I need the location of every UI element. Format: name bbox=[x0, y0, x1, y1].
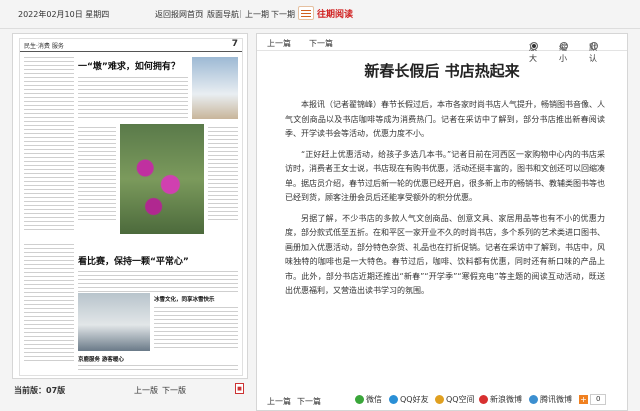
top-bar: 2022年02月10日 星期四 返回报网首页 | 版面导航 | 上一期 下一期 … bbox=[0, 0, 640, 29]
plus-icon: + bbox=[579, 395, 588, 404]
article-toolbar: 上一篇 下一篇 放大 缩小 默认 bbox=[257, 34, 627, 63]
share-sina-weibo-label: 新浪微博 bbox=[490, 395, 522, 404]
page-nav-link[interactable]: 版面导航 bbox=[207, 9, 239, 20]
share-qzone-label: QQ空间 bbox=[446, 395, 475, 404]
photo-flowers bbox=[120, 124, 204, 234]
page-number: 7 bbox=[231, 39, 238, 49]
share-qq-friends-label: QQ好友 bbox=[400, 395, 429, 404]
page-header: 民生·消费 服务 7 bbox=[20, 39, 242, 52]
share-qzone[interactable]: QQ空间 bbox=[435, 394, 475, 405]
tencent-weibo-icon bbox=[529, 395, 538, 404]
photo-snow-park bbox=[78, 293, 150, 351]
prev-article-link[interactable]: 上一篇 bbox=[267, 38, 291, 49]
current-page-label: 当前版：07版 bbox=[14, 386, 66, 395]
article-paragraph: “正好赶上优惠活动，给孩子多选几本书。”记者日前在河西区一家购物中心内的书店采访… bbox=[285, 149, 605, 203]
issue-date: 2022年02月10日 星期四 bbox=[18, 10, 110, 19]
article-footer: 上一篇 下一篇 微信 QQ好友 QQ空间 新浪微博 腾讯微博 + 0 bbox=[257, 390, 627, 410]
home-link[interactable]: 返回报网首页 bbox=[155, 9, 203, 20]
headline-2: 看比赛，保持一颗“平常心” bbox=[78, 257, 189, 267]
footer-next-article-link[interactable]: 下一篇 bbox=[297, 396, 321, 407]
zoom-out-radio[interactable] bbox=[560, 42, 568, 50]
headline-4: 京鹿服务 游客暖心 bbox=[78, 357, 124, 363]
next-page-link[interactable]: 下一版 bbox=[162, 385, 186, 396]
photo-skating bbox=[192, 57, 238, 119]
footer-prev-article-link[interactable]: 上一篇 bbox=[267, 396, 291, 407]
qq-icon bbox=[389, 395, 398, 404]
article-panel: 上一篇 下一篇 放大 缩小 默认 新春长假后 书店热起来 本报讯（记者翟锦峰）春… bbox=[256, 33, 628, 411]
prev-issue-link[interactable]: 上一期 bbox=[245, 9, 269, 20]
article-paragraph: 另据了解，不少书店的多款人气文创商品、创意文具、家居用品等也有不小的优惠力度，部… bbox=[285, 213, 605, 296]
page-thumbnail-panel: 民生·消费 服务 7 一“墩”难求，如何拥有？ 看比赛，保持一颗“平常心” 冰雪… bbox=[12, 33, 248, 379]
qzone-icon bbox=[435, 395, 444, 404]
past-issues-label: 往期阅读 bbox=[317, 9, 354, 20]
headline-1: 一“墩”难求，如何拥有？ bbox=[78, 62, 180, 72]
share-count: 0 bbox=[590, 394, 607, 405]
page-section: 民生·消费 服务 bbox=[24, 43, 64, 50]
wechat-icon bbox=[355, 395, 364, 404]
prev-page-link[interactable]: 上一版 bbox=[134, 385, 158, 396]
newspaper-page[interactable]: 民生·消费 服务 7 一“墩”难求，如何拥有？ 看比赛，保持一颗“平常心” 冰雪… bbox=[19, 38, 243, 376]
default-size-radio[interactable] bbox=[590, 42, 598, 50]
share-tencent-weibo[interactable]: 腾讯微博 bbox=[529, 394, 572, 405]
article-title: 新春长假后 书店热起来 bbox=[364, 62, 520, 80]
zoom-in-radio[interactable] bbox=[530, 42, 538, 50]
share-tencent-weibo-label: 腾讯微博 bbox=[540, 395, 572, 404]
share-more[interactable]: + 0 bbox=[579, 394, 607, 405]
headline-3: 冰雪文化，同享冰雪快乐 bbox=[154, 297, 215, 303]
share-wechat-label: 微信 bbox=[366, 395, 382, 404]
share-sina-weibo[interactable]: 新浪微博 bbox=[479, 394, 522, 405]
share-wechat[interactable]: 微信 bbox=[355, 394, 382, 405]
share-qq-friends[interactable]: QQ好友 bbox=[389, 394, 429, 405]
article-body: 本报讯（记者翟锦峰）春节长假过后，本市各家时尚书店人气提升，畅销图书音像、人气文… bbox=[285, 98, 605, 305]
next-article-link[interactable]: 下一篇 bbox=[309, 38, 333, 49]
page-nav-bar: 当前版：07版 上一版 下一版 ■ bbox=[12, 381, 248, 399]
calendar-icon bbox=[298, 6, 314, 20]
pdf-icon[interactable]: ■ bbox=[235, 383, 244, 394]
article-paragraph: 本报讯（记者翟锦峰）春节长假过后，本市各家时尚书店人气提升，畅销图书音像、人气文… bbox=[285, 100, 605, 138]
next-issue-link[interactable]: 下一期 bbox=[271, 9, 295, 20]
sina-weibo-icon bbox=[479, 395, 488, 404]
past-issues-button[interactable]: 往期阅读 bbox=[298, 6, 353, 20]
